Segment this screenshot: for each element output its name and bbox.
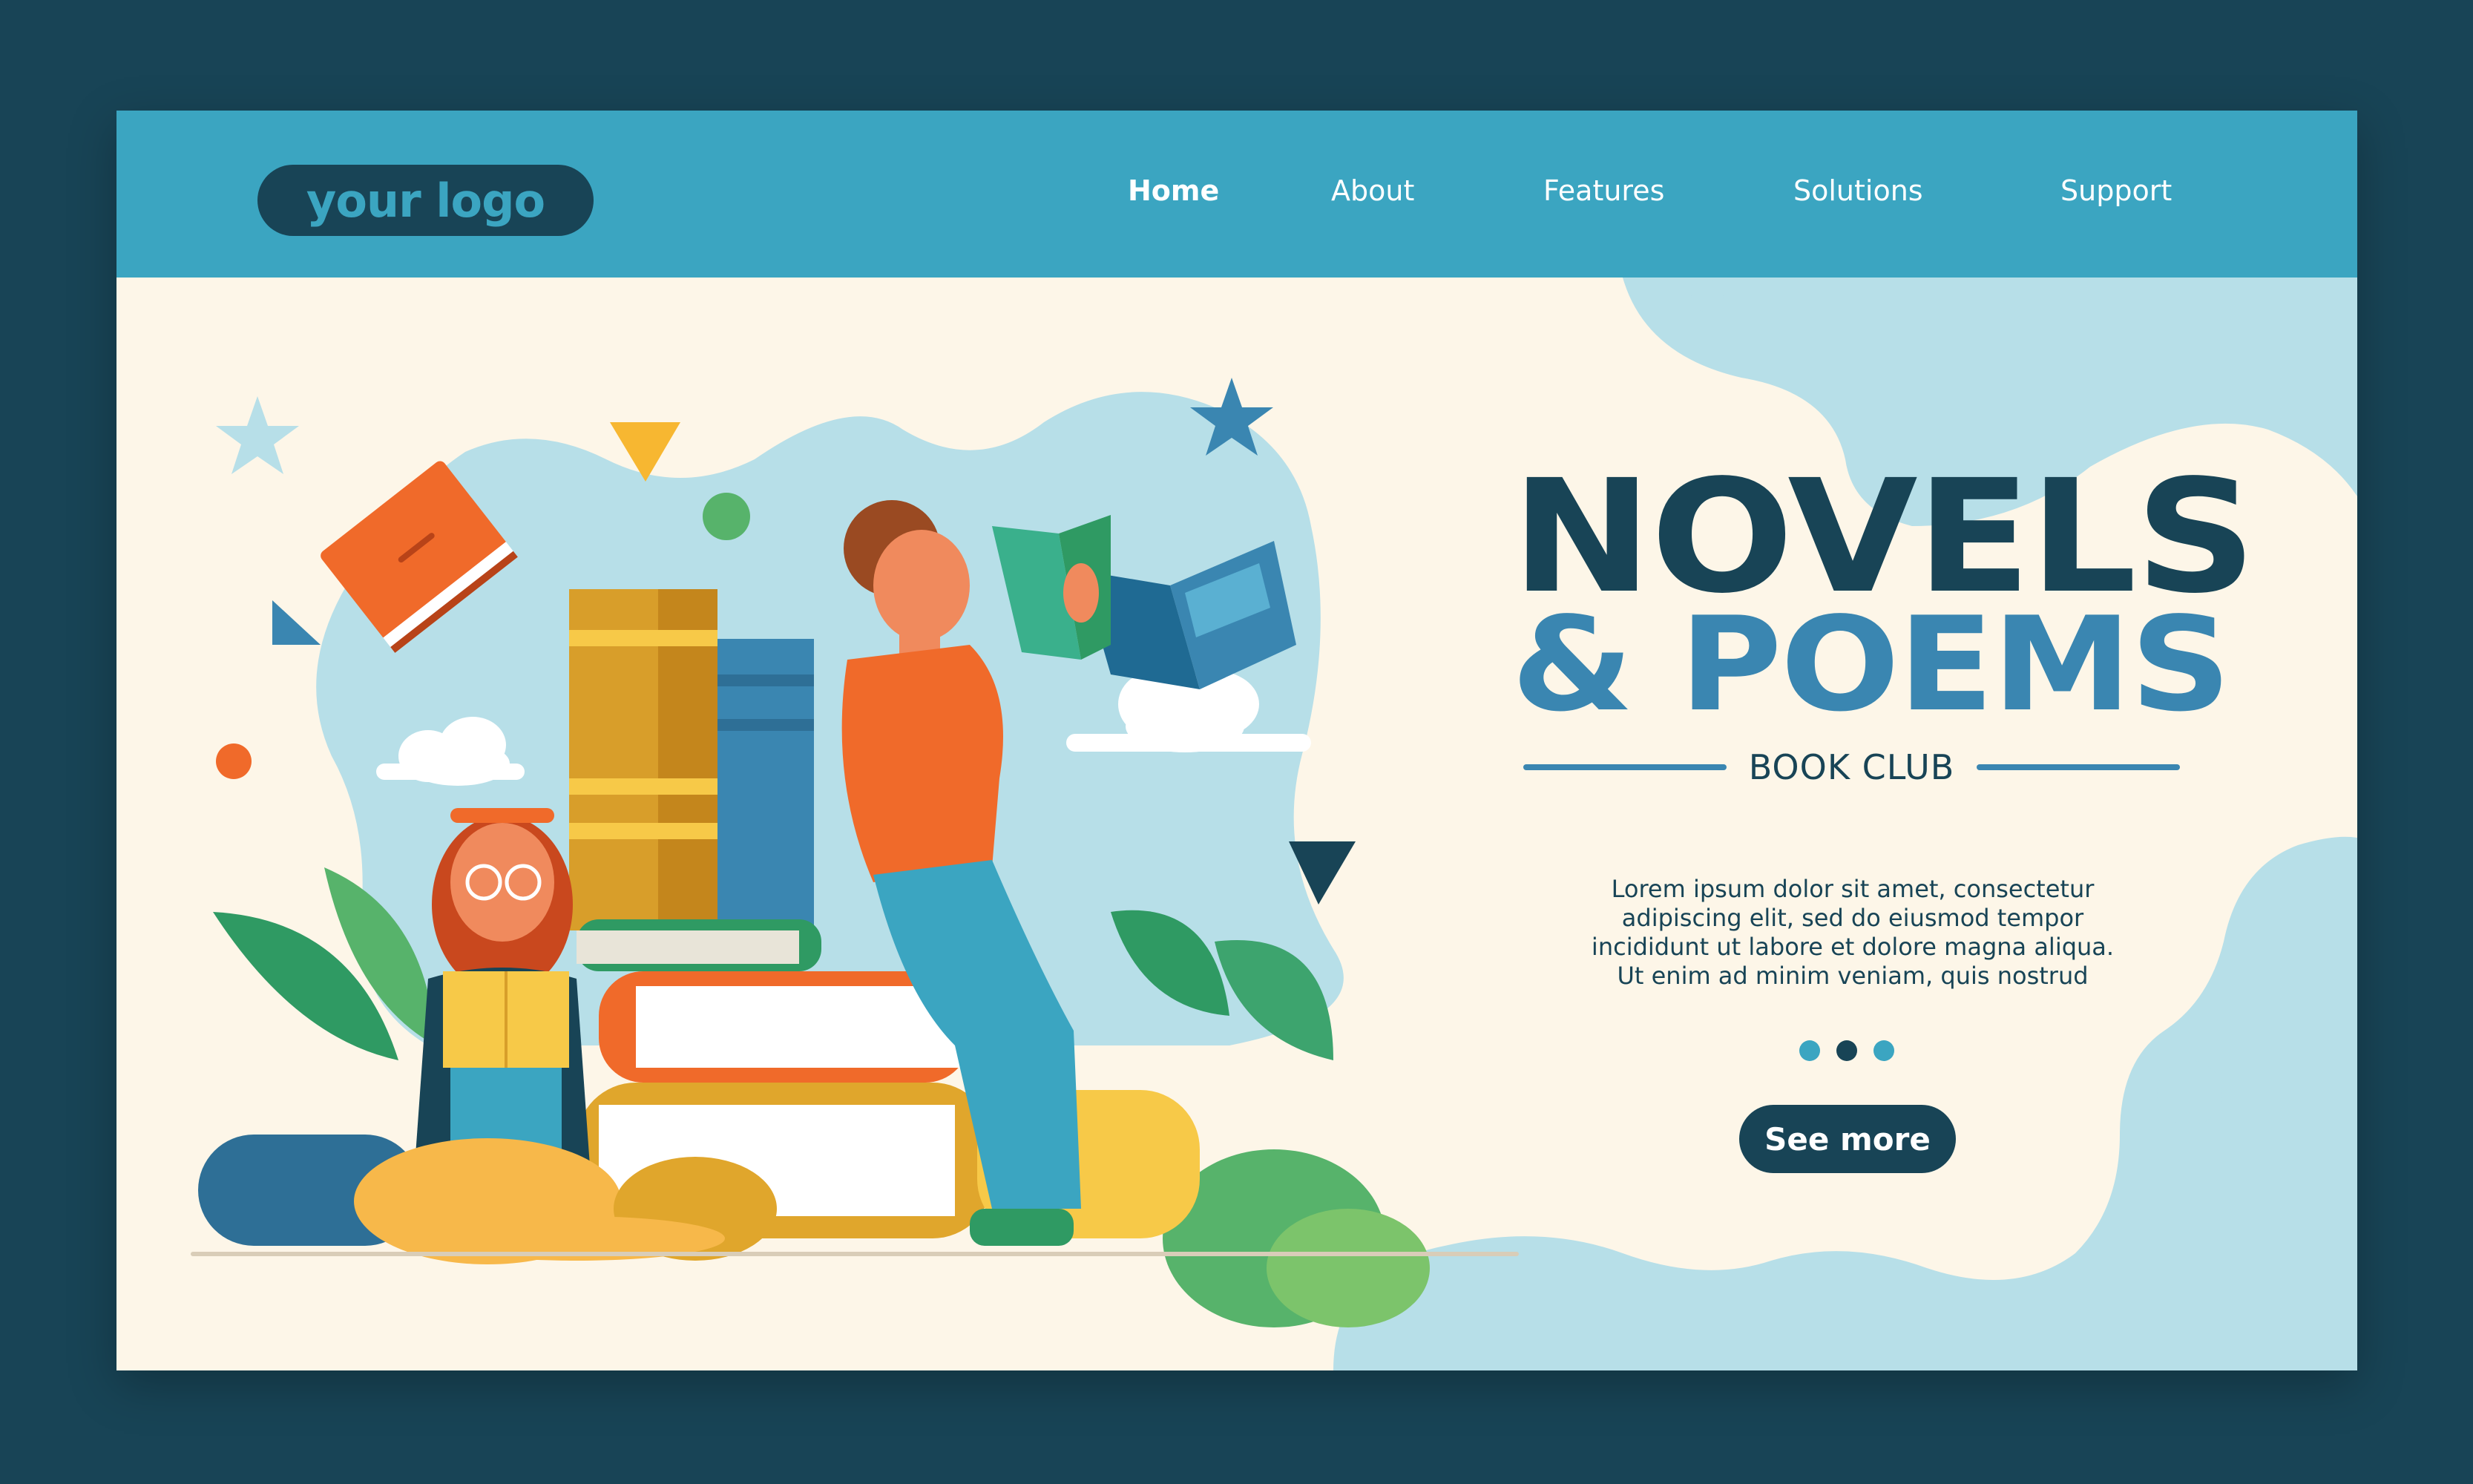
landing-page: your logo Home About Features Solutions … <box>116 111 2357 1370</box>
carousel-dots <box>1799 1040 1894 1061</box>
ground-line <box>191 1252 1519 1256</box>
logo[interactable]: your logo <box>257 165 594 236</box>
carousel-dot-1[interactable] <box>1799 1040 1820 1061</box>
circle-icon <box>703 493 750 540</box>
circle-icon <box>216 743 252 779</box>
nav-support[interactable]: Support <box>2060 174 2172 207</box>
hero-subtitle: BOOK CLUB <box>1748 747 1955 787</box>
hero-title-line2: & POEMS <box>1511 590 2231 741</box>
hero-description: Lorem ipsum dolor sit amet, consectetur … <box>1526 875 2179 991</box>
see-more-button[interactable]: See more <box>1739 1105 1956 1173</box>
nav-about[interactable]: About <box>1331 174 1414 207</box>
description-line: Lorem ipsum dolor sit amet, consectetur <box>1611 875 2095 903</box>
nav-features[interactable]: Features <box>1543 174 1664 207</box>
circle-icon <box>2157 1060 2222 1126</box>
description-line: incididunt ut labore et dolore magna ali… <box>1591 933 2115 961</box>
hero-background <box>191 278 2357 1370</box>
star-icon <box>216 396 299 474</box>
description-line: Ut enim ad minim veniam, quis nostrud <box>1617 962 2089 990</box>
description-line: adipiscing elit, sed do eiusmod tempor <box>1621 904 2084 932</box>
hero-subtitle-row: BOOK CLUB <box>1523 745 2181 789</box>
nav-home[interactable]: Home <box>1128 174 1219 207</box>
bush-icon <box>1267 1209 1430 1327</box>
triangle-icon <box>272 600 321 645</box>
circle-icon <box>1691 280 1724 312</box>
divider <box>1977 764 2181 770</box>
top-navbar: your logo Home About Features Solutions … <box>116 111 2357 278</box>
carousel-dot-3[interactable] <box>1873 1040 1894 1061</box>
carousel-dot-2[interactable] <box>1836 1040 1857 1061</box>
divider <box>1523 764 1727 770</box>
nav-solutions[interactable]: Solutions <box>1793 174 1923 207</box>
